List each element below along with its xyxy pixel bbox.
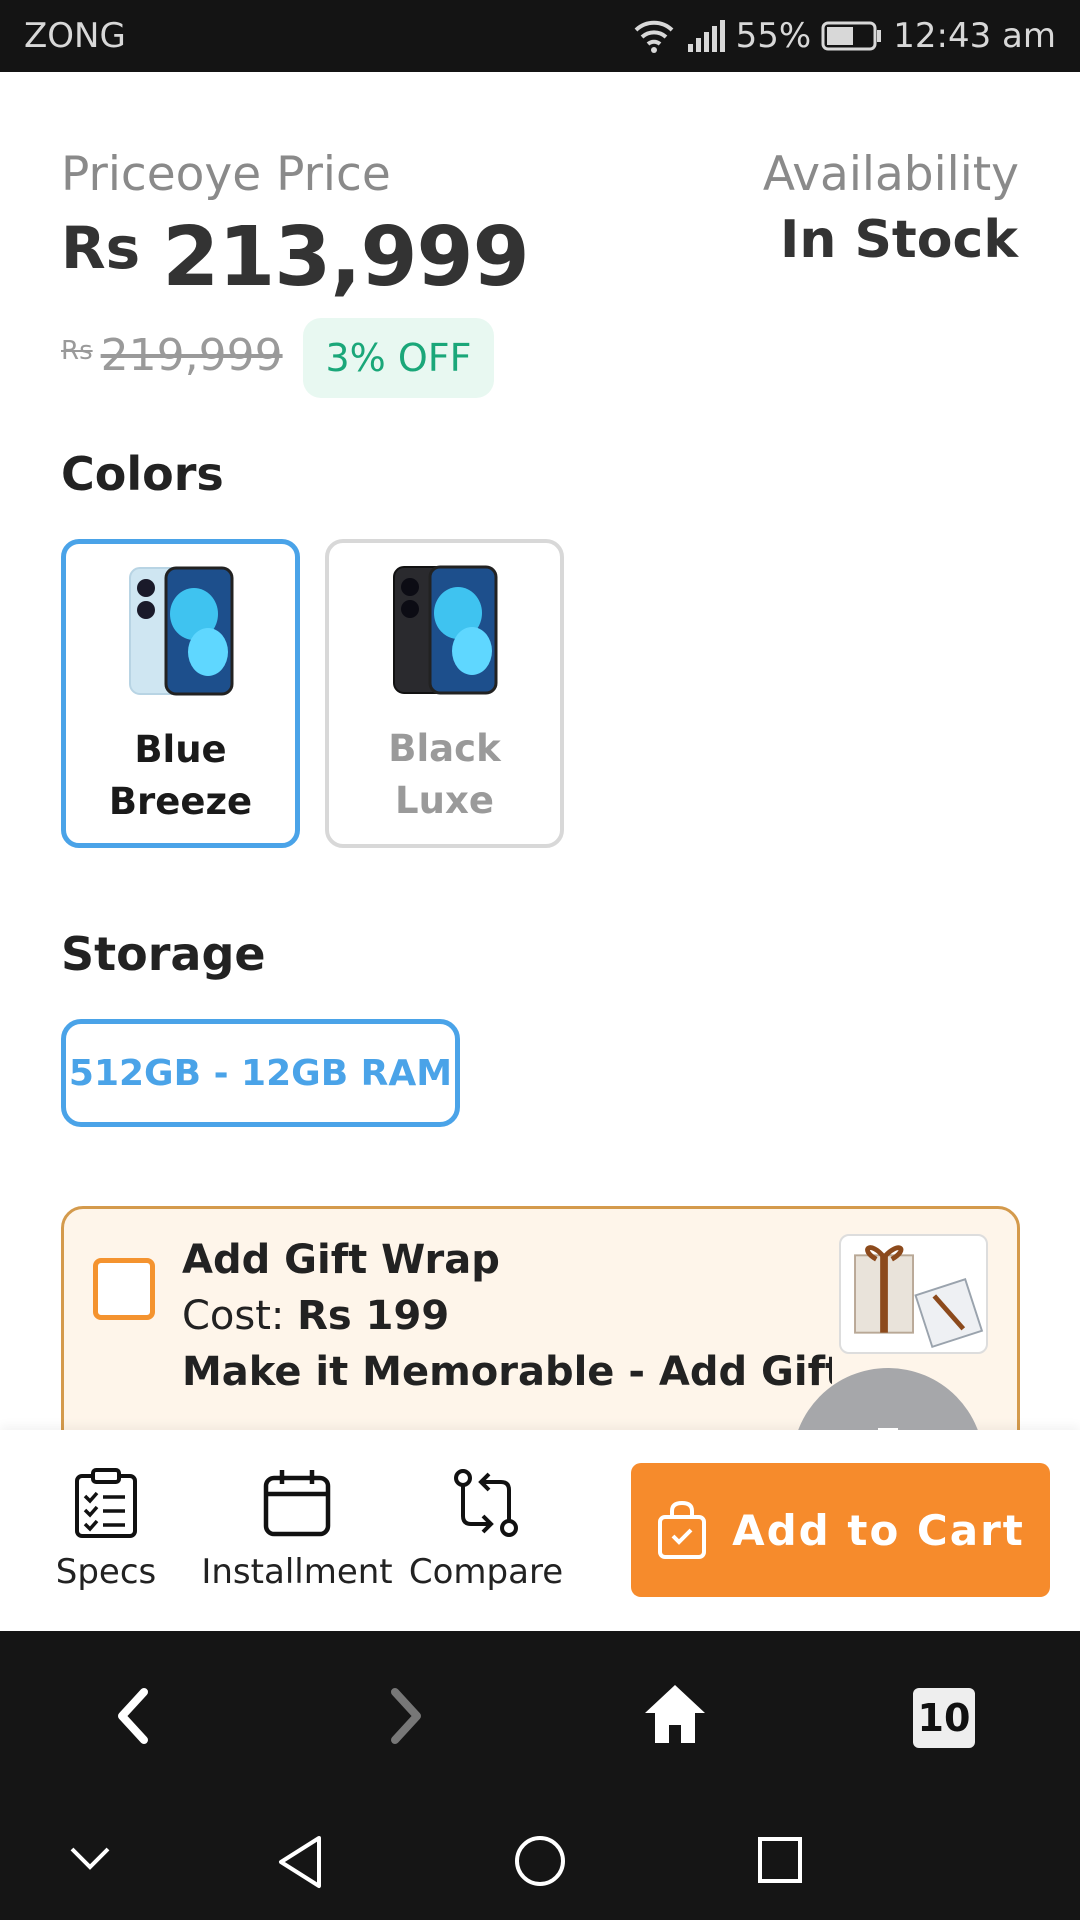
color-option-label: Black Luxe [388, 727, 501, 822]
back-arrow-icon[interactable] [110, 1686, 154, 1746]
gift-wrap-title: Add Gift Wrap [182, 1237, 500, 1283]
storage-option-512gb[interactable]: 512GB - 12GB RAM [61, 1019, 460, 1127]
wifi-icon [634, 20, 674, 53]
gift-wrap-cost-label: Cost: [182, 1293, 285, 1339]
specs-button[interactable]: Specs [56, 1466, 156, 1592]
signal-icon [687, 20, 725, 52]
add-to-cart-button[interactable]: Add to Cart [631, 1463, 1050, 1597]
installment-label: Installment [201, 1552, 393, 1592]
gift-wrap-checkbox[interactable] [93, 1258, 155, 1320]
color-option-blue-breeze[interactable]: Blue Breeze [61, 539, 300, 848]
compare-label: Compare [408, 1552, 564, 1592]
product-details: Priceoye Price Rs 213,999 Rs 219,999 3% … [0, 72, 1080, 1430]
installment-button[interactable]: Installment [201, 1466, 393, 1592]
forward-arrow-icon[interactable] [385, 1686, 429, 1746]
storage-title: Storage [61, 927, 266, 981]
battery-icon [821, 21, 882, 51]
tab-count-button[interactable]: 10 [913, 1688, 975, 1748]
nav-recents-icon[interactable] [757, 1836, 803, 1884]
add-to-cart-label: Add to Cart [732, 1505, 1025, 1555]
price-currency: Rs [61, 214, 141, 282]
phone-blue-image [128, 566, 233, 696]
color-option-black-luxe[interactable]: Black Luxe [325, 539, 564, 848]
nav-back-icon[interactable] [275, 1834, 325, 1890]
carrier-label: ZONG [24, 16, 126, 56]
clock: 12:43 am [893, 16, 1056, 56]
compare-button[interactable]: Compare [408, 1466, 564, 1592]
clipboard-checklist-icon [75, 1468, 137, 1538]
status-bar: ZONG 55% 12:43 am [0, 0, 1080, 72]
nav-home-icon[interactable] [513, 1834, 567, 1888]
gift-wrap-cost: Cost: Rs 199 [182, 1293, 449, 1339]
color-option-label: Blue Breeze [108, 728, 253, 823]
price-value: 213,999 [162, 210, 529, 305]
home-icon[interactable] [643, 1681, 707, 1747]
battery-percent: 55% [735, 16, 812, 56]
bottom-action-bar: Specs Installment Compare Add to Cart [0, 1430, 1080, 1631]
discount-badge: 3% OFF [303, 318, 494, 398]
browser-nav-bar: 10 [0, 1631, 1080, 1801]
availability-value: In Stock [780, 210, 1018, 270]
download-icon [878, 1428, 898, 1430]
old-price: Rs 219,999 [61, 330, 283, 381]
status-icons: 55% 12:43 am [632, 16, 1056, 56]
phone-black-image [392, 565, 497, 695]
gift-box-image [839, 1234, 988, 1354]
old-price-value: 219,999 [100, 330, 283, 381]
android-nav-bar [0, 1801, 1080, 1920]
price-label: Priceoye Price [61, 147, 391, 202]
gift-wrap-description: Make it Memorable - Add Gift ... [182, 1349, 832, 1395]
availability-label: Availability [762, 147, 1019, 202]
specs-label: Specs [55, 1552, 157, 1592]
calendar-icon [263, 1470, 331, 1537]
shopping-bag-icon [658, 1500, 707, 1559]
old-price-currency: Rs [61, 336, 93, 366]
current-price: Rs 213,999 [61, 210, 530, 305]
compare-arrows-icon [454, 1469, 518, 1537]
chevron-down-icon[interactable] [68, 1843, 112, 1873]
colors-title: Colors [61, 447, 224, 501]
gift-wrap-cost-value: Rs 199 [297, 1293, 450, 1339]
